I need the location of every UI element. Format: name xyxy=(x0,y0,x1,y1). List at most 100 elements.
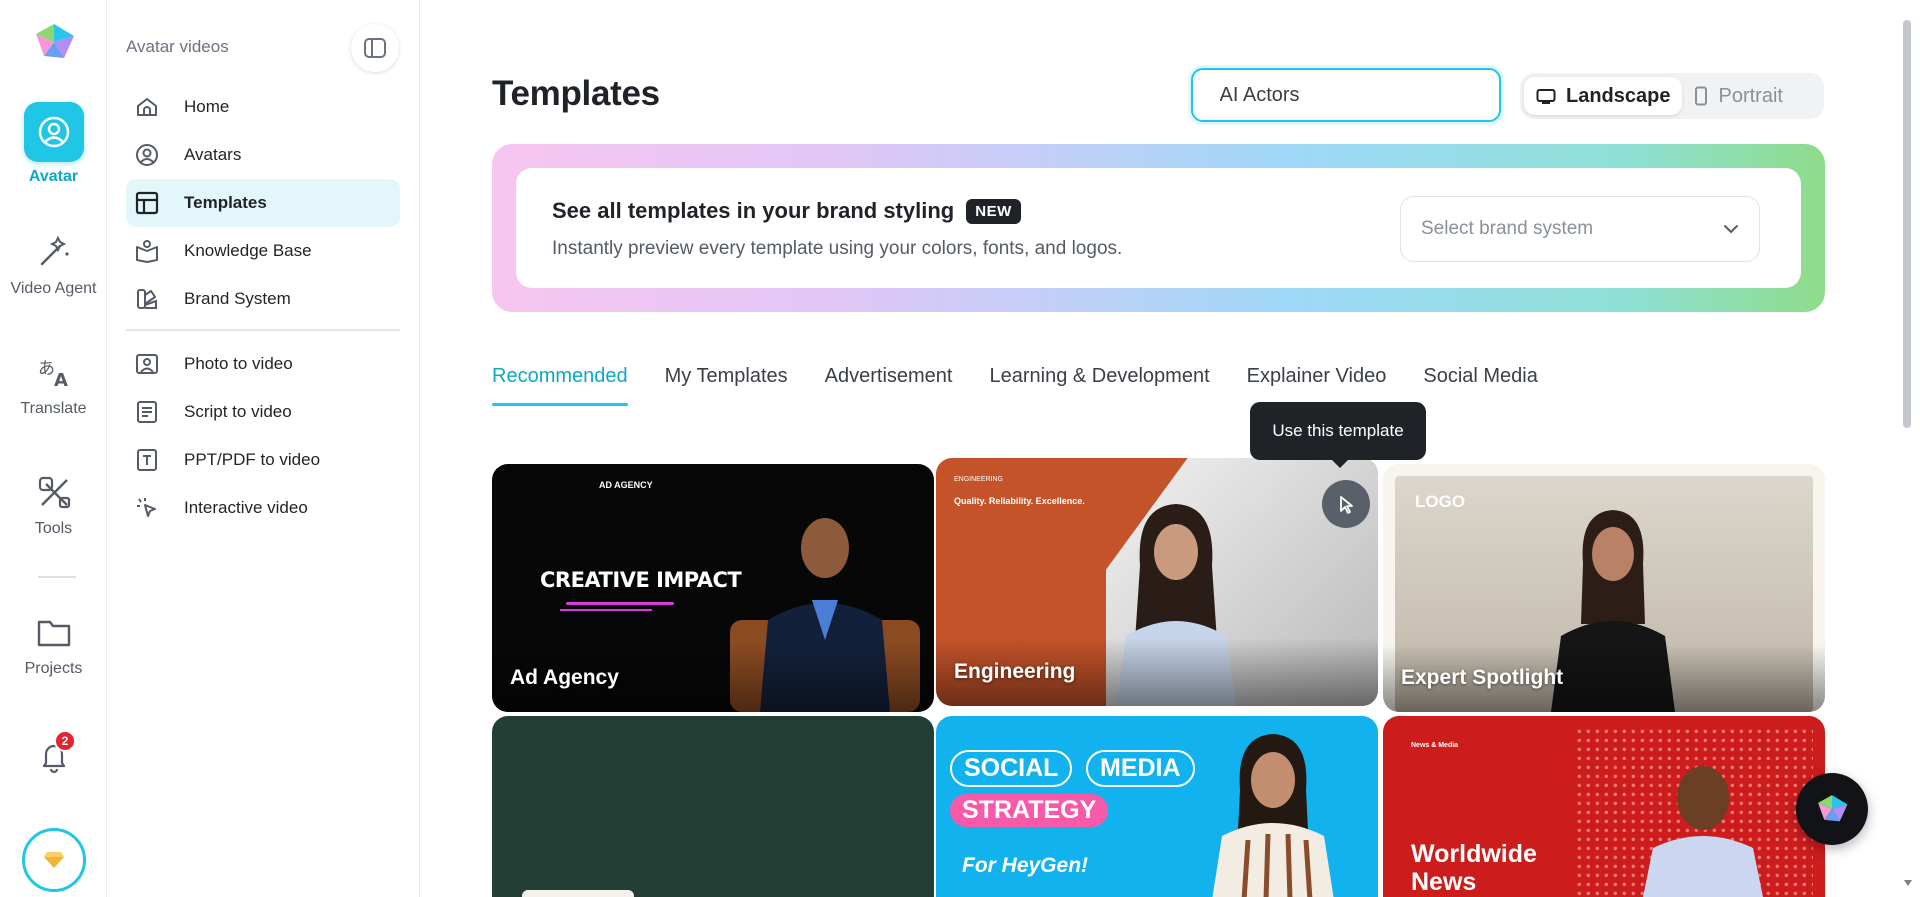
heygen-logo-icon xyxy=(1818,795,1848,822)
template-card-worldwide-news[interactable]: News & Media Worldwide News xyxy=(1383,716,1825,897)
rail-item-projects[interactable]: Projects xyxy=(0,612,107,678)
use-template-button[interactable] xyxy=(1322,480,1370,528)
presenter-woman-image xyxy=(1212,734,1334,897)
book-icon xyxy=(136,240,158,263)
banner-title: See all templates in your brand styling … xyxy=(552,198,1021,224)
underline-stroke xyxy=(560,609,652,611)
tab-social-media[interactable]: Social Media xyxy=(1423,365,1538,405)
sidebar-item-label: Avatars xyxy=(184,145,242,164)
sidebar-item-label: Script to video xyxy=(184,402,292,421)
chevron-down-icon xyxy=(1724,225,1738,234)
upgrade-plan-button[interactable] xyxy=(22,828,86,892)
avatar-circle-icon xyxy=(136,144,158,166)
folder-icon xyxy=(37,620,70,647)
card-tagline: Quality. Reliability. Excellence. xyxy=(954,496,1085,506)
banner-title-text: See all templates in your brand styling xyxy=(552,198,955,223)
template-card-ad-agency[interactable]: AD AGENCY CREATIVE IMPACT Ad Agency xyxy=(492,464,934,712)
rail-item-translate[interactable]: あA Translate xyxy=(0,352,107,418)
svg-text:あ: あ xyxy=(38,359,55,379)
magic-wand-icon xyxy=(40,235,69,266)
search-input[interactable] xyxy=(1219,83,1485,107)
presenter-man-image xyxy=(1643,766,1763,897)
sidebar-item-home[interactable]: Home xyxy=(126,83,400,131)
sidebar-item-ppt-pdf-to-video[interactable]: PPT/PDF to video xyxy=(126,436,400,484)
template-card-expert-spotlight[interactable]: LOGO Expert Spotlight xyxy=(1383,464,1825,712)
sidebar-item-templates[interactable]: Templates xyxy=(126,179,400,227)
sidebar-item-label: Photo to video xyxy=(184,354,293,373)
sidebar-toggle-icon xyxy=(364,38,386,58)
sidebar-item-interactive-video[interactable]: Interactive video xyxy=(126,484,400,532)
tab-explainer-video[interactable]: Explainer Video xyxy=(1247,365,1387,405)
brand-select-placeholder: Select brand system xyxy=(1421,218,1594,239)
svg-text:A: A xyxy=(54,370,68,391)
search-box[interactable] xyxy=(1191,68,1501,122)
sidebar-item-photo-to-video[interactable]: Photo to video xyxy=(126,340,400,388)
tab-recommended[interactable]: Recommended xyxy=(492,365,628,406)
collapse-sidebar-button[interactable] xyxy=(351,24,399,72)
card-label: Ad Agency xyxy=(510,666,619,689)
new-badge: NEW xyxy=(966,198,1021,224)
banner-card: See all templates in your brand styling … xyxy=(516,168,1801,288)
diamond-icon xyxy=(44,852,64,868)
notification-badge: 2 xyxy=(54,730,76,752)
rail-item-label: Projects xyxy=(24,660,83,677)
heygen-logo[interactable] xyxy=(32,22,76,62)
card-tag: News & Media xyxy=(1411,742,1459,749)
translate-icon: あA xyxy=(38,359,68,391)
template-icon xyxy=(135,191,159,215)
click-icon xyxy=(137,498,156,517)
card-decoration xyxy=(522,890,634,897)
landscape-icon xyxy=(1536,89,1556,104)
rail-item-label: Video Agent xyxy=(10,280,97,297)
sidebar-item-label: Brand System xyxy=(184,289,291,308)
rail-item-tools[interactable]: Tools xyxy=(0,472,107,538)
sidebar-item-avatars[interactable]: Avatars xyxy=(126,131,400,179)
underline-stroke xyxy=(566,602,674,605)
sidebar-item-label: Knowledge Base xyxy=(184,241,312,260)
sidebar-header: Avatar videos xyxy=(126,37,229,56)
portrait-option[interactable]: Portrait xyxy=(1682,77,1794,115)
template-card-social-media[interactable]: SOCIAL MEDIA STRATEGY For HeyGen! xyxy=(936,716,1378,897)
orientation-toggle: Landscape Portrait xyxy=(1520,73,1824,119)
portrait-label: Portrait xyxy=(1718,84,1783,107)
rail-item-label: Avatar xyxy=(28,168,79,185)
avatar-icon xyxy=(38,116,69,148)
template-card-green[interactable] xyxy=(492,716,934,897)
tab-advertisement[interactable]: Advertisement xyxy=(825,365,953,405)
page-title: Templates xyxy=(492,74,660,113)
card-logo: LOGO xyxy=(1415,492,1466,511)
category-tabs: Recommended My Templates Advertisement L… xyxy=(492,365,1575,406)
page-scrollbar[interactable] xyxy=(1903,20,1911,428)
banner-subtitle: Instantly preview every template using y… xyxy=(552,238,1123,259)
tab-learning-development[interactable]: Learning & Development xyxy=(989,365,1209,405)
portrait-icon xyxy=(1695,86,1708,106)
tab-my-templates[interactable]: My Templates xyxy=(665,365,788,405)
rail-divider xyxy=(38,576,76,578)
app-root: Avatar Video Agent あA Translate Tools Pr… xyxy=(0,0,1920,897)
image-icon xyxy=(136,354,158,374)
brand-system-select[interactable]: Select brand system xyxy=(1400,196,1760,262)
sidebar-item-label: Templates xyxy=(184,193,267,212)
rail-item-video-agent[interactable]: Video Agent xyxy=(0,232,107,298)
card-line-2: MEDIA xyxy=(1086,750,1195,787)
primary-rail: Avatar Video Agent あA Translate Tools Pr… xyxy=(0,0,107,897)
script-icon xyxy=(137,401,157,423)
sidebar-item-knowledge-base[interactable]: Knowledge Base xyxy=(126,227,400,275)
slides-icon xyxy=(137,449,157,471)
landscape-label: Landscape xyxy=(1566,84,1671,107)
template-card-engineering[interactable]: ENGINEERING Quality. Reliability. Excell… xyxy=(936,458,1378,706)
card-line-1: SOCIAL xyxy=(950,750,1073,787)
secondary-sidebar: Avatar videos Home Avatars Templates Kno… xyxy=(107,0,420,897)
rail-item-avatar[interactable]: Avatar xyxy=(0,102,107,186)
sidebar-divider xyxy=(126,329,400,331)
brand-styling-banner: See all templates in your brand styling … xyxy=(492,144,1825,312)
card-line-4: For HeyGen! xyxy=(962,854,1089,877)
sidebar-item-script-to-video[interactable]: Script to video xyxy=(126,388,400,436)
card-label: Expert Spotlight xyxy=(1401,666,1564,689)
sidebar-item-brand-system[interactable]: Brand System xyxy=(126,275,400,323)
landscape-option[interactable]: Landscape xyxy=(1524,77,1683,115)
card-tag: ENGINEERING xyxy=(954,476,1004,483)
sidebar-item-label: Home xyxy=(184,97,230,116)
scroll-down-arrow-icon[interactable] xyxy=(1903,878,1913,888)
assistant-fab-button[interactable] xyxy=(1796,773,1868,845)
